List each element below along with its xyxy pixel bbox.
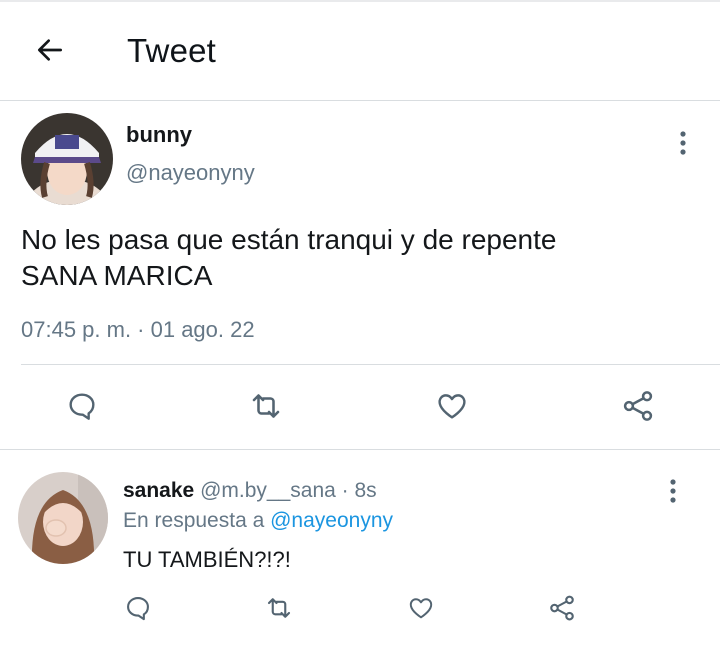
in-reply-to: En respuesta a @nayeonyny <box>123 509 393 533</box>
more-options-button[interactable] <box>671 128 695 158</box>
heart-icon <box>409 598 433 619</box>
retweet-icon <box>267 598 291 618</box>
heart-icon <box>438 394 466 419</box>
top-bar: Tweet <box>0 0 720 101</box>
avatar[interactable] <box>18 472 108 564</box>
tweet-text: No les pasa que están tranqui y de repen… <box>21 222 681 294</box>
comment-icon <box>127 597 149 621</box>
more-options-button[interactable] <box>661 476 685 506</box>
like-button[interactable] <box>401 588 441 628</box>
reply-header: sanake @m.by__sana · 8s <box>123 479 377 503</box>
back-button[interactable] <box>30 30 70 70</box>
tweet-text-line: No les pasa que están tranqui y de repen… <box>21 224 557 255</box>
divider <box>21 364 720 365</box>
reply-button[interactable] <box>62 386 102 426</box>
divider <box>0 449 720 450</box>
reply-author-handle[interactable]: @m.by__sana · 8s <box>200 479 377 502</box>
share-icon <box>623 391 653 421</box>
share-icon <box>550 595 574 621</box>
reply-author-name[interactable]: sanake <box>123 479 194 502</box>
author-name[interactable]: bunny <box>126 122 192 148</box>
share-button[interactable] <box>542 588 582 628</box>
comment-icon <box>69 393 95 420</box>
tweet-text-line: SANA MARICA <box>21 260 213 291</box>
retweet-button[interactable] <box>246 386 286 426</box>
arrow-left-icon <box>38 39 62 61</box>
retweet-button[interactable] <box>259 588 299 628</box>
in-reply-to-mention[interactable]: @nayeonyny <box>270 509 393 532</box>
retweet-icon <box>252 394 280 418</box>
reply-button[interactable] <box>118 588 158 628</box>
tweet-timestamp: 07:45 p. m. · 01 ago. 22 <box>21 317 255 342</box>
author-handle[interactable]: @nayeonyny <box>126 160 255 186</box>
more-vertical-icon <box>670 479 676 503</box>
in-reply-to-label: En respuesta a <box>123 509 265 532</box>
avatar[interactable] <box>21 113 113 205</box>
more-vertical-icon <box>680 131 686 155</box>
reply-text: TU TAMBIÉN?!?! <box>123 547 291 572</box>
share-button[interactable] <box>618 386 658 426</box>
like-button[interactable] <box>432 386 472 426</box>
page-title: Tweet <box>127 32 217 69</box>
